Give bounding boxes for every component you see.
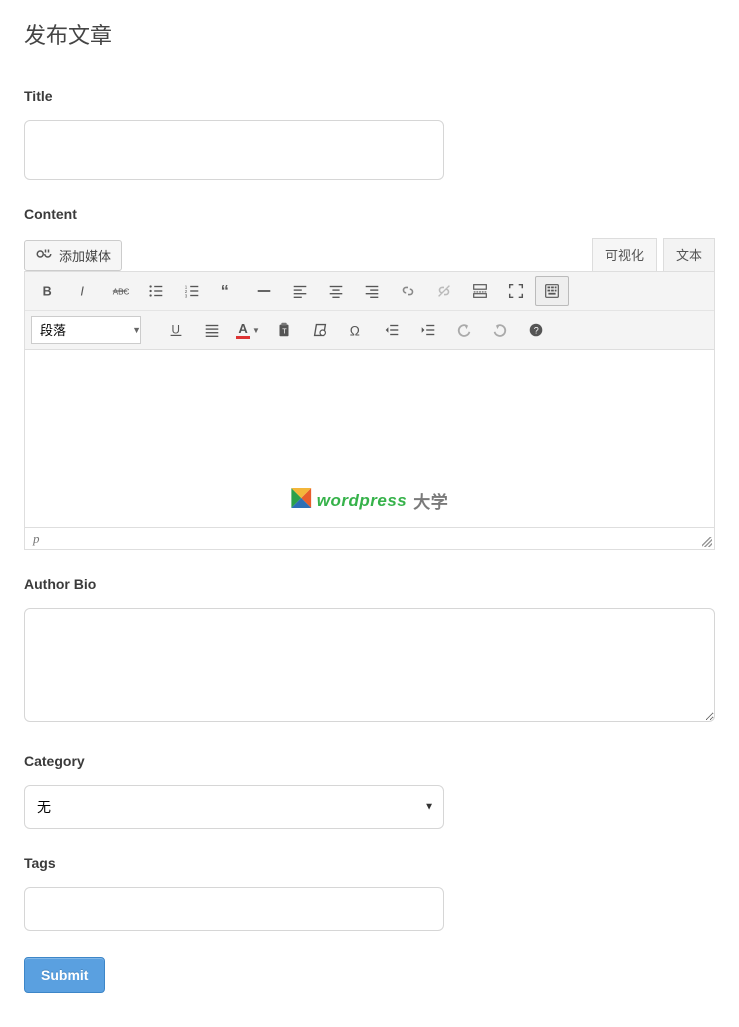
watermark-word: wordpress	[317, 491, 407, 511]
align-left-button[interactable]	[283, 276, 317, 306]
unlink-button[interactable]	[427, 276, 461, 306]
unordered-list-button[interactable]	[139, 276, 173, 306]
category-field-group: Category 无 ▼	[24, 753, 715, 829]
format-select-wrap: 段落 ▼	[31, 316, 147, 344]
svg-text:ABC: ABC	[113, 288, 129, 297]
toolbar-row-2: 段落 ▼ U A ▼ T Ω ?	[25, 311, 714, 349]
watermark: wordpress 大学	[291, 488, 448, 513]
add-media-label: 添加媒体	[59, 246, 111, 265]
content-label: Content	[24, 206, 715, 222]
editor-top-row: 添加媒体 可视化 文本	[24, 238, 715, 271]
text-color-icon: A	[236, 322, 250, 339]
ordered-list-button[interactable]: 123	[175, 276, 209, 306]
link-button[interactable]	[391, 276, 425, 306]
paste-text-button[interactable]: T	[267, 315, 301, 345]
svg-text:I: I	[80, 285, 84, 299]
bold-button[interactable]: B	[31, 276, 65, 306]
align-justify-button[interactable]	[195, 315, 229, 345]
submit-button[interactable]: Submit	[24, 957, 105, 993]
tab-visual[interactable]: 可视化	[592, 238, 657, 271]
svg-text:“: “	[221, 282, 229, 300]
help-button[interactable]: ?	[519, 315, 553, 345]
tags-label: Tags	[24, 855, 715, 871]
svg-text:?: ?	[534, 326, 539, 336]
format-select[interactable]: 段落	[31, 316, 141, 344]
clear-formatting-button[interactable]	[303, 315, 337, 345]
editor-tabs: 可视化 文本	[592, 238, 715, 271]
svg-text:B: B	[43, 285, 52, 299]
category-label: Category	[24, 753, 715, 769]
indent-button[interactable]	[411, 315, 445, 345]
tab-text[interactable]: 文本	[663, 238, 715, 271]
media-icon	[35, 247, 53, 264]
chevron-down-icon: ▼	[252, 326, 260, 335]
outdent-button[interactable]	[375, 315, 409, 345]
undo-button[interactable]	[447, 315, 481, 345]
fullscreen-button[interactable]	[499, 276, 533, 306]
content-field-group: Content 添加媒体 可视化 文本 B I ABC 123 “	[24, 206, 715, 550]
title-label: Title	[24, 88, 715, 104]
title-field-group: Title	[24, 88, 715, 180]
read-more-button[interactable]	[463, 276, 497, 306]
resize-handle[interactable]	[702, 537, 712, 547]
author-bio-input[interactable]	[24, 608, 715, 722]
underline-button[interactable]: U	[159, 315, 193, 345]
author-bio-label: Author Bio	[24, 576, 715, 592]
italic-button[interactable]: I	[67, 276, 101, 306]
page-title: 发布文章	[24, 18, 715, 50]
special-char-button[interactable]: Ω	[339, 315, 373, 345]
title-input[interactable]	[24, 120, 444, 180]
watermark-logo-icon	[291, 488, 311, 513]
editor-toolbar: B I ABC 123 “ 段落 ▼ U	[24, 271, 715, 350]
add-media-button[interactable]: 添加媒体	[24, 240, 122, 271]
blockquote-button[interactable]: “	[211, 276, 245, 306]
tags-input[interactable]	[24, 887, 444, 931]
align-right-button[interactable]	[355, 276, 389, 306]
svg-text:U: U	[172, 324, 180, 337]
strikethrough-button[interactable]: ABC	[103, 276, 137, 306]
editor-content-area[interactable]: wordpress 大学	[24, 350, 715, 528]
watermark-cn: 大学	[413, 488, 448, 513]
toolbar-row-1: B I ABC 123 “	[25, 272, 714, 311]
horizontal-rule-button[interactable]	[247, 276, 281, 306]
editor-status-bar: p	[24, 528, 715, 550]
text-color-button[interactable]: A ▼	[231, 315, 265, 345]
redo-button[interactable]	[483, 315, 517, 345]
toolbar-toggle-button[interactable]	[535, 276, 569, 306]
tags-field-group: Tags	[24, 855, 715, 931]
svg-text:3: 3	[185, 293, 188, 298]
author-bio-field-group: Author Bio	[24, 576, 715, 727]
editor-path: p	[33, 531, 40, 547]
svg-text:T: T	[282, 327, 287, 336]
category-select[interactable]: 无	[24, 785, 444, 829]
align-center-button[interactable]	[319, 276, 353, 306]
svg-text:Ω: Ω	[350, 323, 360, 338]
